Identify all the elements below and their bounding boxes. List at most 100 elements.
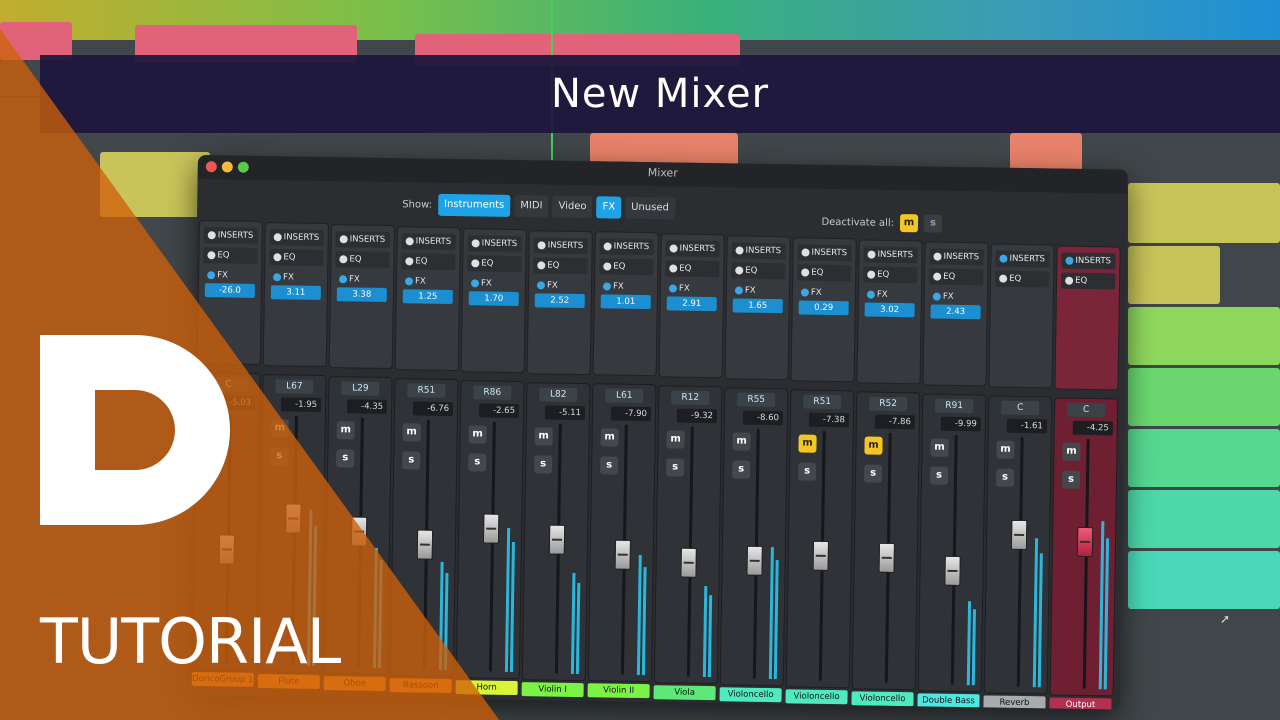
- mute-button[interactable]: m: [336, 421, 355, 440]
- eq-toggle[interactable]: EQ: [335, 250, 390, 268]
- mute-button[interactable]: m: [600, 428, 619, 448]
- fx-send-level[interactable]: 1.70: [468, 290, 519, 306]
- gain-readout[interactable]: -4.35: [346, 399, 388, 414]
- fx-toggle[interactable]: FX: [863, 286, 917, 303]
- fx-toggle[interactable]: FX: [401, 273, 455, 290]
- gain-readout[interactable]: -8.60: [742, 410, 784, 426]
- channel-name-tag[interactable]: Output: [1049, 697, 1112, 710]
- solo-button[interactable]: s: [863, 464, 883, 483]
- eq-toggle[interactable]: EQ: [467, 254, 522, 272]
- inserts-toggle[interactable]: INSERTS: [599, 238, 654, 256]
- eq-toggle[interactable]: EQ: [995, 270, 1050, 288]
- channel-name-tag[interactable]: Violoncello: [785, 689, 848, 705]
- gain-readout[interactable]: -6.76: [412, 401, 454, 416]
- volume-fader-handle[interactable]: [614, 539, 632, 570]
- mute-button[interactable]: m: [798, 434, 817, 453]
- inserts-toggle[interactable]: INSERTS: [731, 242, 786, 260]
- deactivate-all-mute-button[interactable]: m: [899, 214, 919, 233]
- inserts-toggle[interactable]: INSERTS: [929, 248, 984, 266]
- filter-unused-button[interactable]: Unused: [624, 196, 676, 220]
- channel-name-tag[interactable]: Reverb: [983, 695, 1046, 710]
- inserts-toggle[interactable]: INSERTS: [665, 240, 720, 258]
- fx-send-level[interactable]: 3.38: [336, 286, 387, 302]
- pan-control[interactable]: L29: [341, 381, 380, 396]
- mute-button[interactable]: m: [864, 436, 883, 455]
- pan-control[interactable]: R55: [737, 392, 776, 408]
- channel-name-tag[interactable]: Viola: [653, 685, 716, 701]
- inserts-toggle[interactable]: INSERTS: [203, 227, 258, 244]
- gain-readout[interactable]: -7.90: [610, 406, 652, 422]
- volume-fader-handle[interactable]: [812, 540, 830, 572]
- eq-toggle[interactable]: EQ: [665, 260, 720, 278]
- volume-fader-handle[interactable]: [746, 545, 763, 576]
- fx-send-level[interactable]: 3.02: [864, 302, 915, 318]
- inserts-toggle[interactable]: INSERTS: [995, 250, 1050, 268]
- eq-toggle[interactable]: EQ: [1061, 272, 1116, 290]
- eq-toggle[interactable]: EQ: [731, 262, 786, 280]
- pan-control[interactable]: R51: [803, 394, 842, 410]
- fx-toggle[interactable]: FX: [599, 279, 653, 296]
- volume-fader-handle[interactable]: [548, 524, 566, 555]
- deactivate-all-solo-button[interactable]: s: [923, 214, 943, 233]
- gain-readout[interactable]: -1.61: [1006, 418, 1047, 434]
- solo-button[interactable]: s: [666, 458, 685, 477]
- solo-button[interactable]: s: [402, 450, 421, 470]
- eq-toggle[interactable]: EQ: [533, 256, 588, 274]
- pan-control[interactable]: L61: [605, 388, 644, 404]
- inserts-toggle[interactable]: INSERTS: [467, 234, 522, 252]
- pan-control[interactable]: C: [1067, 402, 1106, 417]
- volume-fader-handle[interactable]: [944, 555, 961, 586]
- eq-toggle[interactable]: EQ: [203, 247, 258, 264]
- fx-toggle[interactable]: FX: [203, 267, 257, 284]
- solo-button[interactable]: s: [336, 449, 355, 468]
- fx-send-level[interactable]: 3.11: [270, 285, 321, 300]
- fx-send-level[interactable]: 1.65: [732, 298, 783, 314]
- fx-send-level[interactable]: 2.52: [534, 292, 585, 308]
- eq-toggle[interactable]: EQ: [863, 266, 918, 284]
- channel-name-tag[interactable]: Violin I: [521, 681, 584, 697]
- solo-button[interactable]: s: [1061, 470, 1081, 489]
- mute-button[interactable]: m: [996, 440, 1015, 459]
- fx-send-level[interactable]: -26.0: [204, 283, 255, 298]
- volume-fader-handle[interactable]: [416, 529, 434, 560]
- volume-fader-handle[interactable]: [1076, 526, 1094, 557]
- inserts-toggle[interactable]: INSERTS: [401, 232, 456, 250]
- mute-button[interactable]: m: [666, 430, 685, 449]
- inserts-toggle[interactable]: INSERTS: [797, 244, 852, 262]
- gain-readout[interactable]: -1.95: [280, 397, 322, 412]
- pan-control[interactable]: L82: [539, 386, 578, 402]
- eq-toggle[interactable]: EQ: [797, 264, 852, 282]
- filter-midi-button[interactable]: MIDI: [514, 194, 549, 218]
- mute-button[interactable]: m: [930, 438, 949, 457]
- solo-button[interactable]: s: [600, 456, 619, 476]
- solo-button[interactable]: s: [731, 460, 751, 479]
- gain-readout[interactable]: -2.65: [478, 403, 520, 418]
- fx-send-level[interactable]: 1.25: [402, 288, 453, 304]
- fx-send-level[interactable]: 2.91: [666, 296, 717, 312]
- inserts-toggle[interactable]: INSERTS: [269, 229, 324, 246]
- pan-control[interactable]: L67: [275, 379, 314, 394]
- fx-send-level[interactable]: 2.43: [930, 304, 981, 320]
- inserts-toggle[interactable]: INSERTS: [863, 246, 918, 264]
- fx-toggle[interactable]: FX: [335, 271, 389, 288]
- gain-readout[interactable]: -5.11: [544, 404, 586, 420]
- fx-toggle[interactable]: FX: [731, 283, 785, 300]
- filter-fx-button[interactable]: FX: [596, 196, 622, 219]
- channel-name-tag[interactable]: Double Bass: [917, 693, 980, 709]
- fx-toggle[interactable]: FX: [467, 275, 521, 292]
- channel-name-tag[interactable]: Violin II: [587, 683, 650, 699]
- filter-instruments-button[interactable]: Instruments: [437, 193, 511, 217]
- fx-toggle[interactable]: FX: [665, 281, 719, 298]
- mute-button[interactable]: m: [1062, 442, 1081, 461]
- filter-video-button[interactable]: Video: [552, 195, 593, 219]
- gain-readout[interactable]: -4.25: [1072, 420, 1113, 436]
- channel-name-tag[interactable]: Violoncello: [719, 687, 782, 703]
- mute-button[interactable]: m: [732, 432, 751, 451]
- gain-readout[interactable]: -9.32: [676, 408, 718, 424]
- channel-name-tag[interactable]: Violoncello: [851, 691, 914, 707]
- inserts-toggle[interactable]: INSERTS: [533, 236, 588, 254]
- volume-fader-handle[interactable]: [680, 547, 697, 579]
- fx-toggle[interactable]: FX: [929, 288, 983, 305]
- volume-fader-handle[interactable]: [1010, 520, 1028, 551]
- pan-control[interactable]: C: [1001, 400, 1040, 416]
